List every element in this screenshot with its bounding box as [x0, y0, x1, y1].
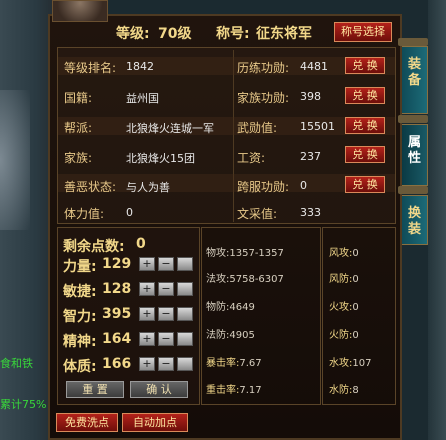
free-reset-button[interactable]: 免费洗点: [56, 413, 118, 432]
stat-row-phys-atk: 物攻:1357-1357: [206, 248, 284, 259]
guild-label: 帮派:: [64, 121, 93, 135]
strength-plus-button[interactable]: +: [139, 257, 155, 271]
strength-max-button[interactable]: [177, 257, 193, 271]
rank-value: 1842: [126, 60, 154, 73]
constitution-minus-button[interactable]: −: [158, 357, 174, 371]
spirit-value: 164: [102, 331, 132, 347]
constitution-plus-button[interactable]: +: [139, 357, 155, 371]
agility-minus-button[interactable]: −: [158, 282, 174, 296]
family-merit-label: 家族功勋:: [237, 91, 290, 105]
spirit-max-button[interactable]: [177, 332, 193, 346]
constitution-label: 体质:: [63, 359, 97, 375]
exchange-button-family[interactable]: 兑 换: [345, 87, 385, 104]
stat-row-wind-def: 风防:0: [329, 274, 359, 285]
cross-server-merit-value: 0: [300, 179, 307, 192]
agility-label: 敏捷:: [63, 284, 97, 300]
reset-button[interactable]: 重 置: [66, 381, 124, 398]
family-value: 北狼烽火15团: [126, 152, 195, 165]
strength-value: 129: [102, 256, 132, 272]
stat-row-wind-atk: 风攻:0: [329, 248, 359, 259]
intelligence-plus-button[interactable]: +: [139, 307, 155, 321]
title-value: 征东将军: [256, 26, 312, 42]
tab-attributes[interactable]: 属性: [402, 124, 428, 186]
tab-equipment[interactable]: 装备: [402, 46, 428, 114]
salary-label: 工资:: [237, 151, 266, 165]
stat-row-phys-def: 物防:4649: [206, 302, 255, 313]
cross-server-merit-label: 跨服功勋:: [237, 180, 290, 194]
intelligence-value: 395: [102, 306, 132, 322]
constitution-max-button[interactable]: [177, 357, 193, 371]
exchange-button-training[interactable]: 兑 换: [345, 57, 385, 74]
family-label: 家族:: [64, 151, 93, 165]
exchange-button-military[interactable]: 兑 换: [345, 117, 385, 134]
stat-row-water-def: 水防:8: [329, 385, 359, 396]
family-merit-value: 398: [300, 90, 321, 103]
karma-value: 与人为善: [126, 181, 170, 194]
literary-value: 333: [300, 206, 321, 219]
training-merit-value: 4481: [300, 60, 328, 73]
remaining-points-value: 0: [136, 236, 146, 252]
strength-minus-button[interactable]: −: [158, 257, 174, 271]
confirm-button[interactable]: 确 认: [130, 381, 188, 398]
auto-add-button[interactable]: 自动加点: [122, 413, 188, 432]
title-label: 称号:: [216, 26, 250, 42]
stat-row-mag-def: 法防:4905: [206, 330, 255, 341]
constitution-value: 166: [102, 356, 132, 372]
karma-label: 善恶状态:: [64, 180, 117, 194]
stat-row-water-atk: 水攻:107: [329, 358, 372, 369]
nation-label: 国籍:: [64, 91, 93, 105]
salary-value: 237: [300, 150, 321, 163]
stamina-label: 体力值:: [64, 207, 105, 221]
literary-label: 文采值:: [237, 207, 278, 221]
exchange-button-salary[interactable]: 兑 换: [345, 146, 385, 163]
spirit-label: 精神:: [63, 334, 97, 350]
game-background-right: [428, 0, 446, 440]
spirit-minus-button[interactable]: −: [158, 332, 174, 346]
military-merit-label: 武勋值:: [237, 121, 278, 135]
stat-row-heavy: 重击率:7.17: [206, 385, 262, 396]
stat-row-crit: 暴击率:7.67: [206, 358, 262, 369]
nation-value: 益州国: [126, 92, 159, 105]
stat-row-mag-atk: 法攻:5758-6307: [206, 274, 284, 285]
military-merit-value: 15501: [300, 120, 335, 133]
rank-label: 等级排名:: [64, 61, 117, 75]
intelligence-label: 智力:: [63, 309, 97, 325]
stat-row-fire-atk: 火攻:0: [329, 302, 359, 313]
agility-value: 128: [102, 281, 132, 297]
tab-outfit[interactable]: 换装: [402, 195, 428, 245]
guild-value: 北狼烽火连城一军: [126, 122, 214, 135]
agility-max-button[interactable]: [177, 282, 193, 296]
background-text-2: 累计75%: [0, 398, 47, 411]
remaining-points-label: 剩余点数:: [63, 239, 125, 255]
training-merit-label: 历练功勋:: [237, 61, 290, 75]
title-select-button[interactable]: 称号选择: [334, 22, 392, 42]
intelligence-max-button[interactable]: [177, 307, 193, 321]
stamina-value: 0: [126, 206, 133, 219]
strength-label: 力量:: [63, 259, 97, 275]
stat-row-fire-def: 火防:0: [329, 330, 359, 341]
level-label: 等级:: [116, 26, 150, 42]
agility-plus-button[interactable]: +: [139, 282, 155, 296]
background-text-1: 食和铁: [0, 357, 33, 370]
exchange-button-cross-server[interactable]: 兑 换: [345, 176, 385, 193]
spirit-plus-button[interactable]: +: [139, 332, 155, 346]
intelligence-minus-button[interactable]: −: [158, 307, 174, 321]
level-value: 70级: [158, 26, 192, 42]
